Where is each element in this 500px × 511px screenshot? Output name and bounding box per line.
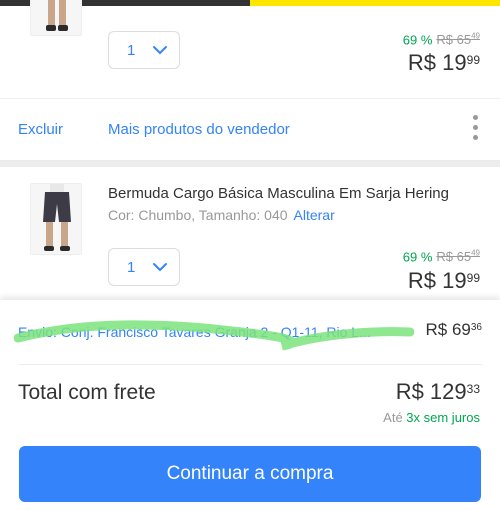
- summary-divider: [18, 364, 482, 365]
- legs-photo-icon: [31, 0, 81, 35]
- item-price: R$ 1999: [407, 268, 480, 293]
- seller-actions-row: Excluir Mais produtos do vendedor: [0, 98, 500, 160]
- section-separator: [0, 160, 500, 167]
- shipping-price: R$ 6936: [425, 320, 483, 339]
- delete-link[interactable]: Excluir: [18, 121, 63, 138]
- product-title[interactable]: Bermuda Cargo Básica Masculina Em Sarja …: [108, 185, 449, 202]
- discount-percent: 69 %: [402, 249, 433, 265]
- quantity-value: 1: [127, 42, 136, 59]
- item-price: R$ 1999: [407, 50, 480, 75]
- quantity-value: 1: [127, 259, 136, 276]
- discount-line: 69 % R$ 6549: [403, 249, 480, 264]
- chevron-down-icon: [153, 46, 167, 55]
- quantity-selector[interactable]: 1: [108, 31, 180, 69]
- product-thumbnail[interactable]: [30, 183, 82, 255]
- discount-percent: 69 %: [402, 32, 433, 48]
- more-options-icon[interactable]: [468, 115, 482, 145]
- more-products-link[interactable]: Mais produtos do vendedor: [108, 121, 290, 138]
- total-label: Total com frete: [18, 381, 156, 404]
- old-price: R$ 6549: [436, 32, 480, 48]
- total-price: R$ 12933: [395, 379, 480, 404]
- quantity-selector[interactable]: 1: [108, 248, 180, 286]
- continue-purchase-button[interactable]: Continuar a compra: [19, 446, 481, 502]
- redaction-scribble: [14, 320, 414, 351]
- product-thumbnail[interactable]: [30, 0, 82, 36]
- alter-variation-link[interactable]: Alterar: [294, 207, 335, 223]
- installments-info: Até 3x sem juros: [383, 410, 480, 425]
- old-price: R$ 6549: [436, 249, 480, 265]
- shorts-photo-icon: [31, 184, 81, 254]
- product-variation: Cor: Chumbo, Tamanho: 040 Alterar: [108, 207, 335, 223]
- chevron-down-icon: [153, 263, 167, 272]
- discount-line: 69 % R$ 6549: [403, 32, 480, 47]
